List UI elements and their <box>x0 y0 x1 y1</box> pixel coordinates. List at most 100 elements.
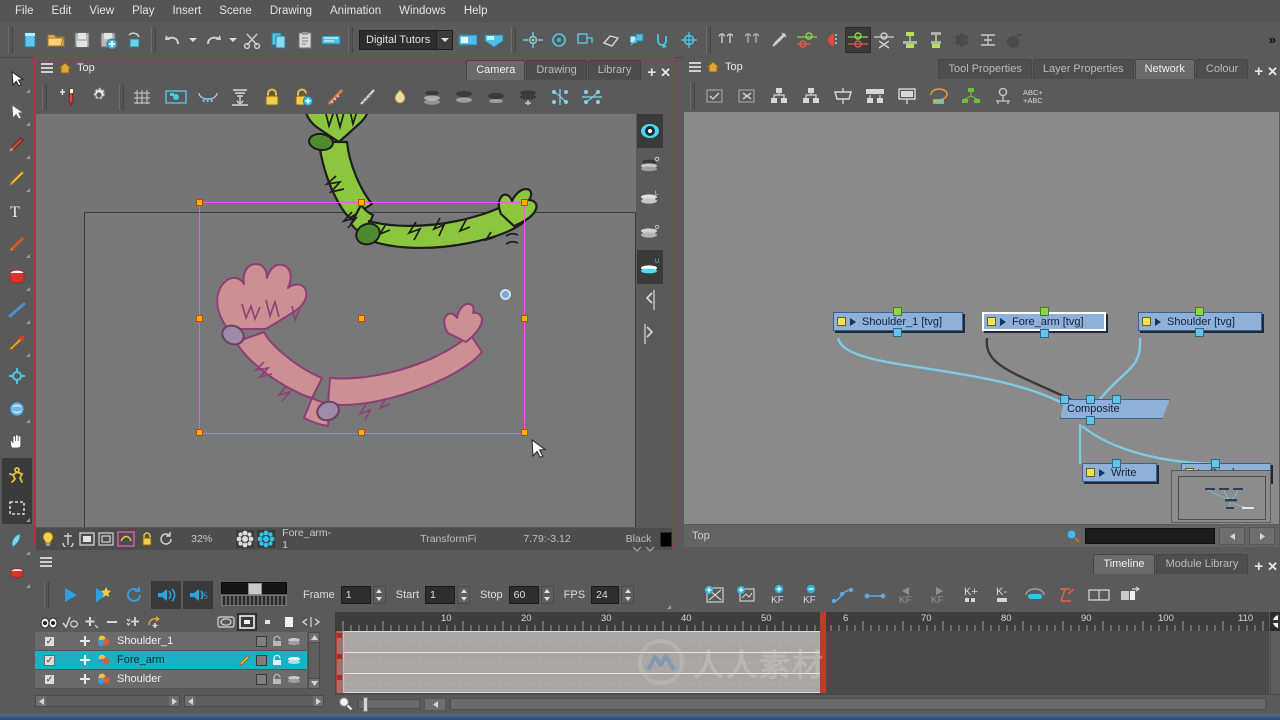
node-expand-icon[interactable] <box>1000 317 1006 326</box>
onion-skin-icon[interactable] <box>287 673 301 685</box>
group-up-icon[interactable] <box>763 82 795 110</box>
close-view-icon[interactable]: ✕ <box>660 66 671 80</box>
node-port-in[interactable] <box>1040 307 1049 316</box>
composite-port-2[interactable] <box>1086 395 1095 404</box>
menu-item-drawing[interactable]: Drawing <box>261 3 321 19</box>
current-colour-swatch[interactable] <box>660 531 673 547</box>
exposure-block[interactable] <box>343 631 822 693</box>
save-icon[interactable] <box>69 27 95 53</box>
next-kf-icon[interactable]: KF <box>924 581 954 609</box>
playhead[interactable] <box>336 631 345 693</box>
network-prev-button[interactable] <box>1219 527 1245 545</box>
flip-horizontal-icon[interactable] <box>544 83 576 111</box>
sound-scrub-icon[interactable]: S <box>183 581 213 609</box>
tab-network[interactable]: Network <box>1134 59 1195 79</box>
layer-colour-swatch[interactable] <box>256 673 267 685</box>
scene-combo[interactable]: Digital Tutors <box>359 29 454 50</box>
table-row[interactable]: ✓ Shoulder <box>35 670 307 689</box>
add-drawing-icon[interactable] <box>700 581 730 609</box>
add-peg-icon[interactable] <box>51 83 83 111</box>
stop-frame-marker[interactable] <box>820 612 826 693</box>
cable-icon[interactable] <box>987 82 1019 110</box>
tab-library[interactable]: Library <box>587 60 642 80</box>
selection-handle-br[interactable] <box>521 429 528 436</box>
node-expand-icon[interactable] <box>1155 317 1161 326</box>
tab-layer-properties[interactable]: Layer Properties <box>1032 59 1134 79</box>
keyframe-marker[interactable] <box>337 654 342 659</box>
magnifier-icon[interactable] <box>338 696 354 712</box>
close-view-icon[interactable]: ✕ <box>1267 65 1278 79</box>
menu-item-scene[interactable]: Scene <box>210 3 261 19</box>
offset-peg-icon[interactable] <box>845 26 872 53</box>
node-port-in[interactable] <box>1211 459 1220 468</box>
frame-icon[interactable] <box>79 530 95 548</box>
animate-tool[interactable] <box>2 458 32 491</box>
thumbnail-icon[interactable] <box>1116 581 1146 609</box>
camera-mask-icon[interactable] <box>160 83 192 111</box>
enable-icon[interactable] <box>699 82 731 110</box>
scroll-up-icon[interactable] <box>309 633 319 643</box>
stop-input[interactable]: 60 <box>508 586 539 604</box>
display-selected-icon[interactable] <box>259 613 278 631</box>
rename-icon[interactable]: ABC+ +ABC <box>1019 82 1059 110</box>
lock-icon[interactable] <box>138 530 154 548</box>
morph-4-icon[interactable] <box>512 83 544 111</box>
scroll-left-icon[interactable] <box>185 696 195 706</box>
lock-icon[interactable] <box>271 654 283 666</box>
anchor-icon[interactable] <box>59 530 75 548</box>
morph-1-icon[interactable] <box>416 83 448 111</box>
stop-stepper[interactable] <box>540 586 554 604</box>
add-kf-icon[interactable]: KF <box>764 581 794 609</box>
split-view-icon[interactable] <box>1084 581 1114 609</box>
grid-icon[interactable] <box>128 83 160 111</box>
node-port-out[interactable] <box>893 328 902 337</box>
reset-view-icon[interactable] <box>572 27 598 53</box>
copy-icon[interactable] <box>266 27 292 53</box>
rigging-icon[interactable] <box>676 27 702 53</box>
remove-kf-icon[interactable]: KF <box>796 581 826 609</box>
display-icon[interactable] <box>891 82 923 110</box>
link-icon[interactable] <box>301 613 321 631</box>
loop-icon[interactable] <box>119 581 149 609</box>
selection-handle-mr[interactable] <box>521 315 528 322</box>
layer-visibility-checkbox[interactable]: ✓ <box>44 635 55 647</box>
pivot-point[interactable] <box>500 289 511 300</box>
node-port-in[interactable] <box>1195 307 1204 316</box>
hand-tool[interactable] <box>2 425 32 458</box>
selection-handle-tr[interactable] <box>521 199 528 206</box>
toggle-onion-icon[interactable] <box>1020 581 1050 609</box>
remove-kf-col-icon[interactable]: K- <box>988 581 1018 609</box>
module-icon[interactable] <box>859 82 891 110</box>
selection-handle-ml[interactable] <box>196 315 203 322</box>
layer-visibility-checkbox[interactable]: ✓ <box>44 673 55 685</box>
timeline-scroll-left[interactable] <box>424 697 446 711</box>
outline-icon[interactable] <box>98 530 114 548</box>
inverse-kinematics-icon[interactable] <box>897 27 923 53</box>
menu-item-play[interactable]: Play <box>123 3 163 19</box>
network-minimap[interactable] <box>1171 470 1271 523</box>
scroll-right-icon[interactable] <box>169 696 179 706</box>
export-icon[interactable] <box>455 27 481 53</box>
pen-tool[interactable] <box>2 524 32 557</box>
start-stepper[interactable] <box>457 586 471 604</box>
add-parent-icon[interactable] <box>145 613 164 631</box>
bone-tool-icon[interactable] <box>715 27 741 53</box>
open-scene-icon[interactable] <box>43 27 69 53</box>
light-bulb-icon[interactable] <box>40 530 56 548</box>
scroll-right-icon[interactable] <box>313 696 323 706</box>
bone-tool-2-icon[interactable] <box>741 27 767 53</box>
deformation-icon[interactable] <box>624 27 650 53</box>
select-tool[interactable] <box>2 95 32 128</box>
node-port-in[interactable] <box>893 307 902 316</box>
morph-2-icon[interactable] <box>448 83 480 111</box>
envelope-icon[interactable] <box>650 27 676 53</box>
timeline-hscrollbar[interactable] <box>450 698 1266 710</box>
rotate-view-icon[interactable] <box>546 27 572 53</box>
toggle-icon[interactable] <box>598 27 624 53</box>
selection-handle-tm[interactable] <box>358 199 365 206</box>
save-all-icon[interactable] <box>95 27 121 53</box>
paste-special-icon[interactable] <box>318 27 344 53</box>
node-expand-icon[interactable] <box>850 317 856 326</box>
onion-layer-c-icon[interactable] <box>637 216 663 250</box>
asterisk-icon[interactable] <box>236 530 255 548</box>
